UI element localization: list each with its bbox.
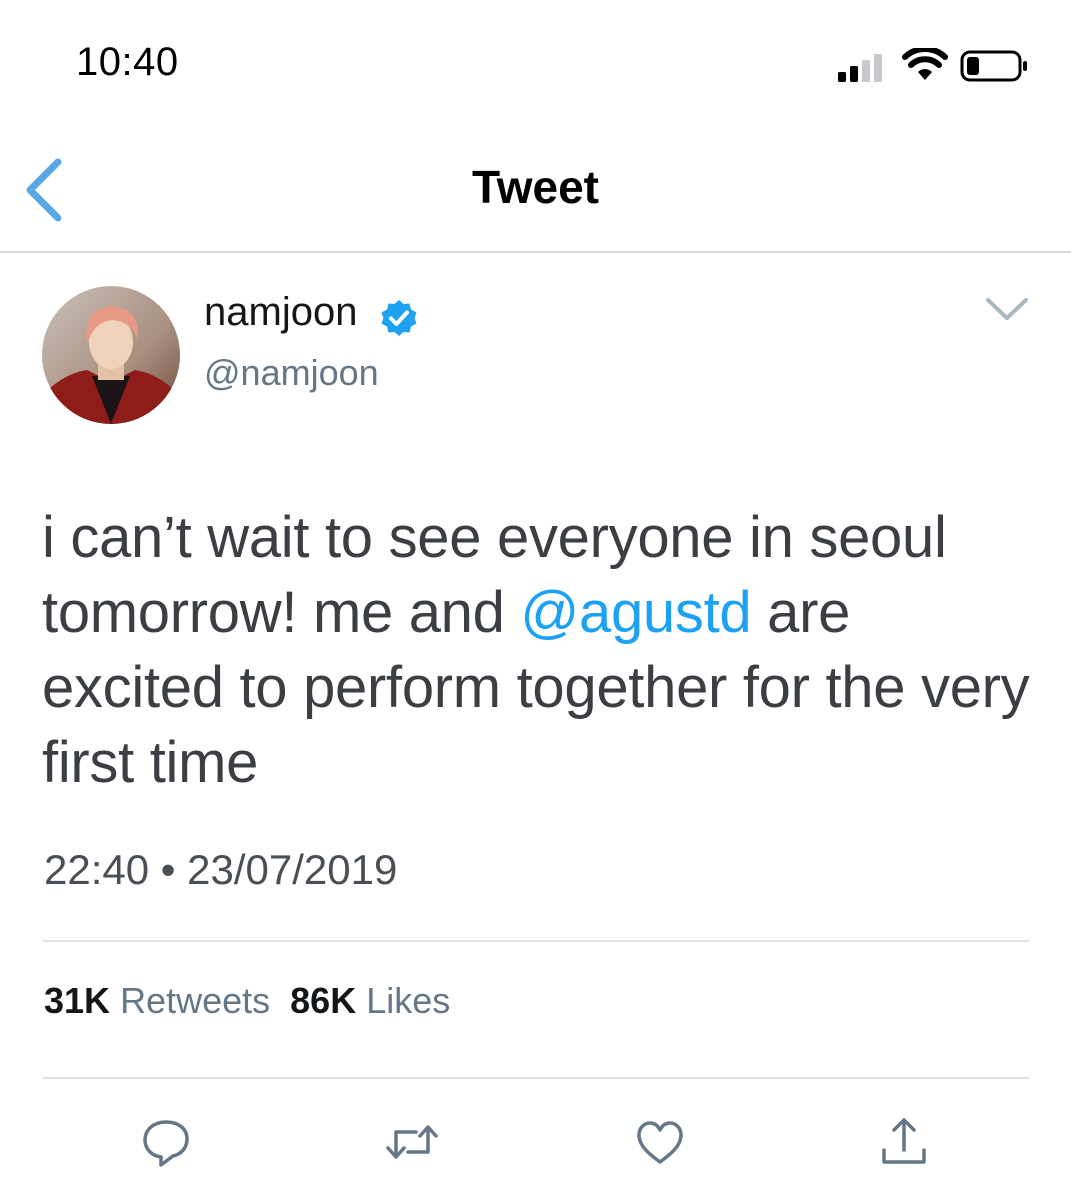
tweet-timestamp: 22:40 • 23/07/2019: [44, 846, 398, 893]
engagement-stats: 31K Retweets 86K Likes: [44, 980, 450, 1022]
share-icon: [882, 1118, 926, 1164]
reply-icon: [143, 1120, 189, 1167]
likes-stat[interactable]: 86K Likes: [290, 980, 450, 1021]
chevron-down-icon: [986, 298, 1028, 320]
status-time: 10:40: [76, 40, 179, 84]
retweets-label: Retweets: [120, 980, 271, 1021]
tweet-options-button[interactable]: [982, 292, 1032, 326]
reply-button[interactable]: [136, 1112, 196, 1172]
like-icon: [637, 1121, 683, 1164]
retweets-stat[interactable]: 31K Retweets: [44, 980, 270, 1021]
likes-label: Likes: [366, 980, 451, 1021]
header-divider: [0, 251, 1071, 253]
display-name[interactable]: namjoon: [204, 290, 357, 335]
retweets-count: 31K: [44, 980, 111, 1021]
retweet-button[interactable]: [382, 1112, 442, 1172]
verified-badge-icon: [380, 299, 418, 337]
user-handle[interactable]: @namjoon: [204, 352, 379, 394]
like-button[interactable]: [630, 1112, 690, 1172]
share-button[interactable]: [874, 1112, 934, 1172]
mention-link[interactable]: @agustd: [520, 580, 751, 645]
wifi-icon: [902, 46, 948, 82]
profile-photo: [42, 286, 180, 424]
retweet-icon: [386, 1125, 438, 1159]
divider: [43, 1077, 1029, 1079]
divider: [43, 940, 1029, 942]
battery-icon: [960, 50, 1030, 82]
avatar[interactable]: [42, 286, 180, 424]
tweet-text: i can’t wait to see everyone in seoul to…: [42, 500, 1032, 800]
page-title: Tweet: [472, 161, 599, 213]
likes-count: 86K: [290, 980, 357, 1021]
cellular-signal-icon: [838, 54, 888, 82]
